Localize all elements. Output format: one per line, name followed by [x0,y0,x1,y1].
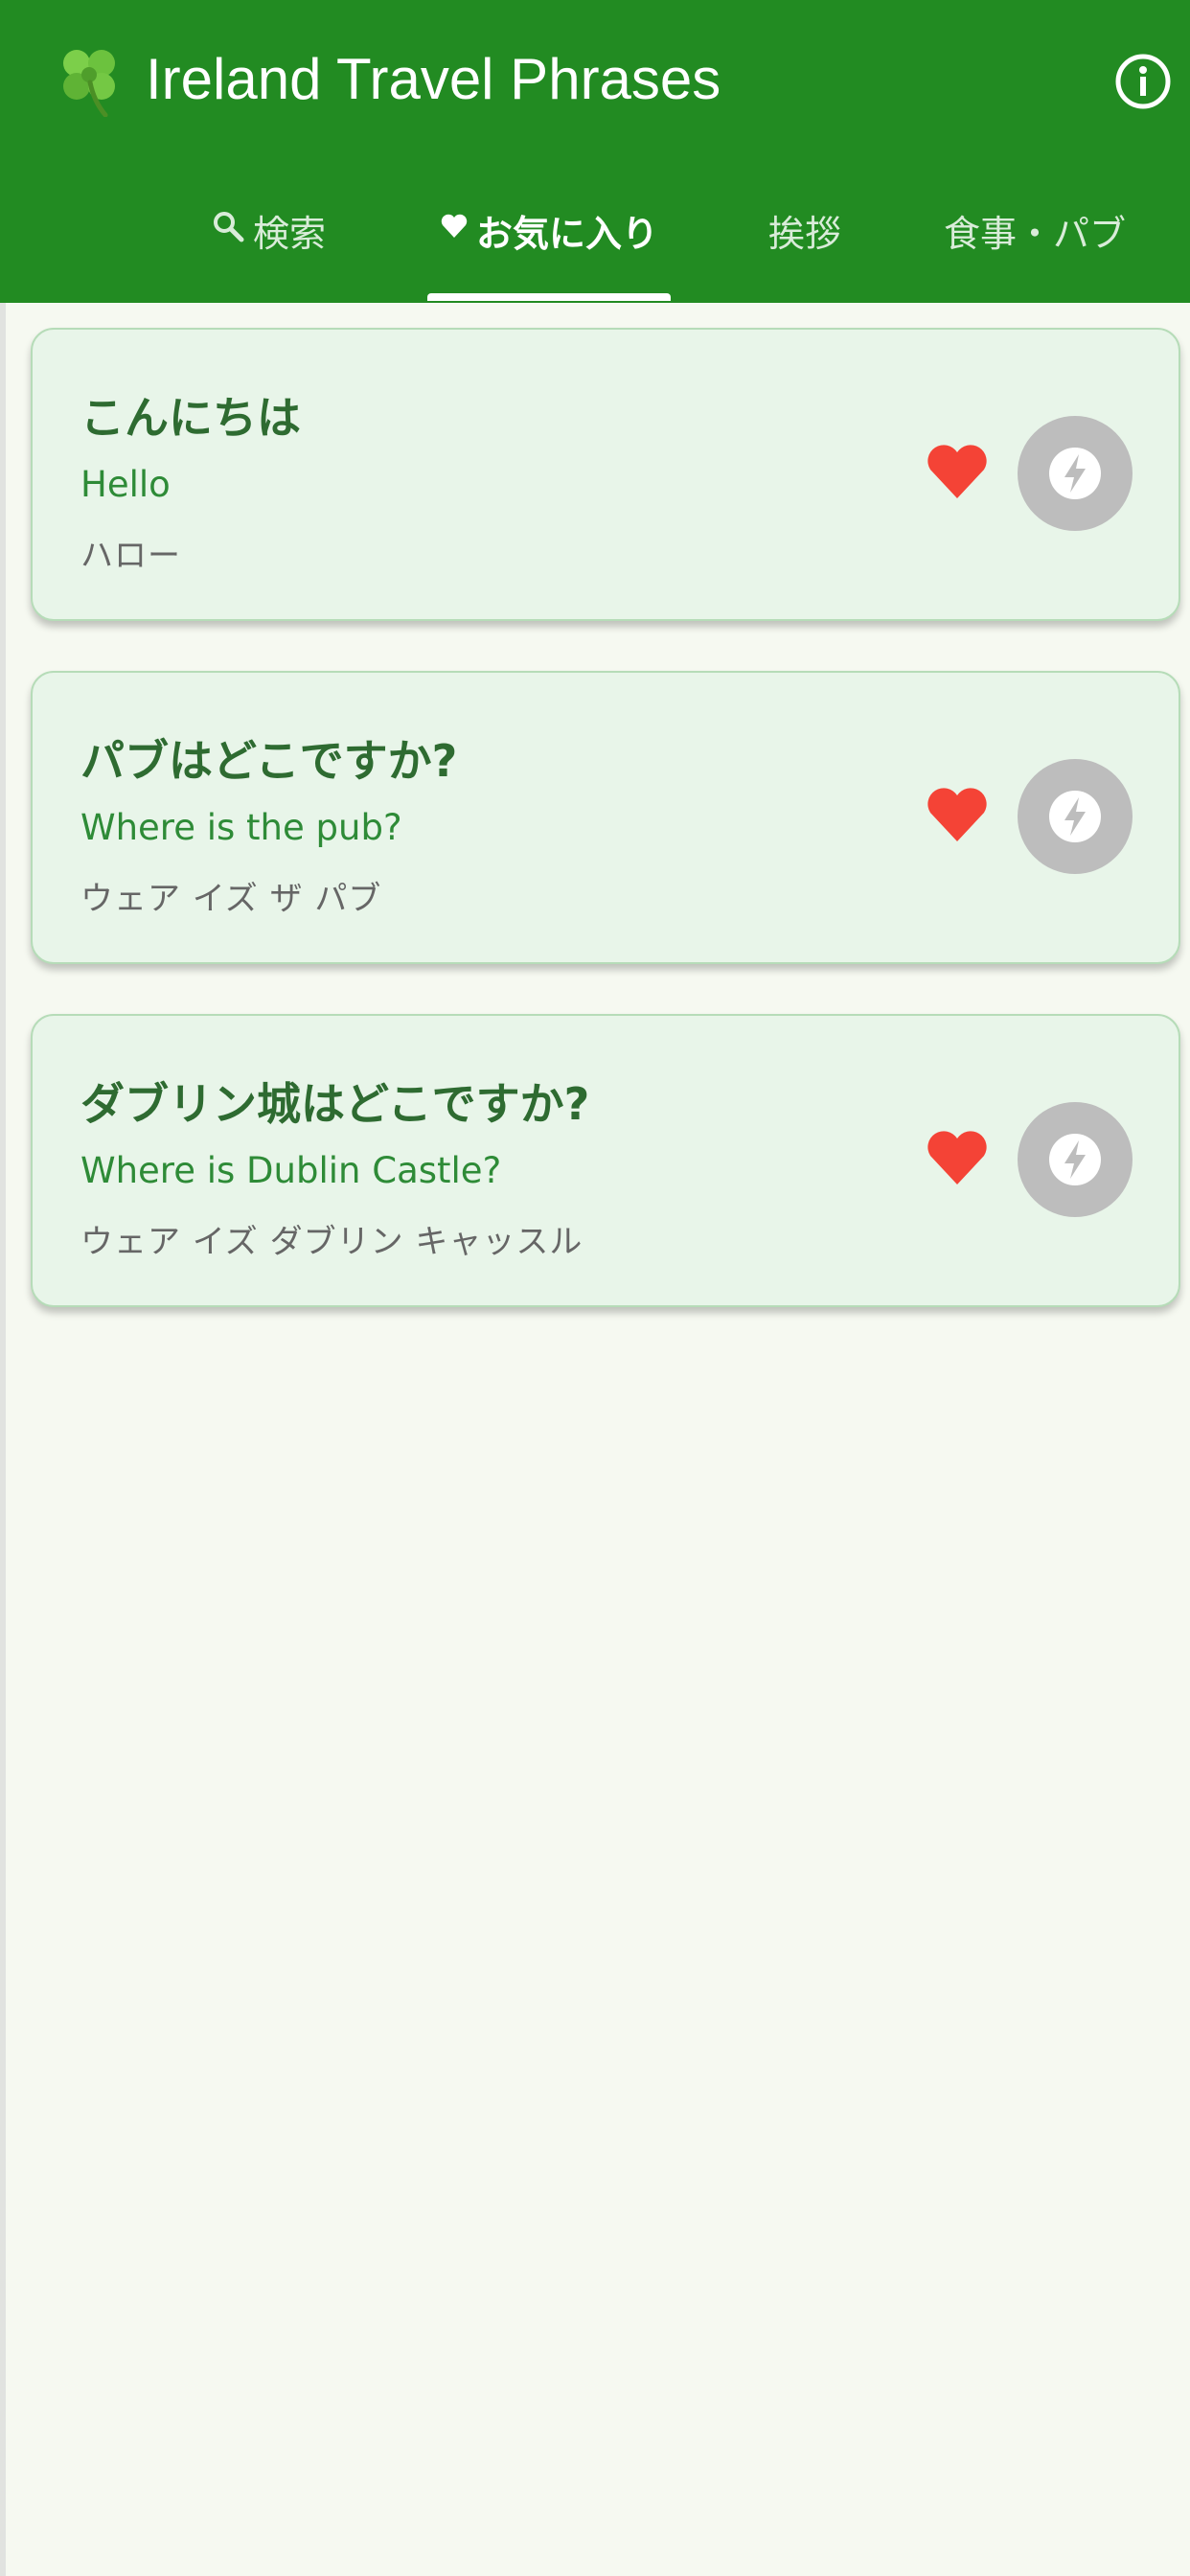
search-icon [211,204,245,248]
phrase-english: Where is Dublin Castle? [80,1150,502,1191]
flash-icon [1049,448,1101,499]
play-audio-button[interactable] [1018,1102,1133,1217]
app-header: Ireland Travel Phrases 検索 お気に入り 挨拶 食事・パブ [0,0,1190,303]
play-audio-button[interactable] [1018,416,1133,531]
tab-bar: 検索 お気に入り 挨拶 食事・パブ [0,187,1190,303]
flash-icon [1049,791,1101,842]
phrase-english: Hello [80,464,171,505]
tab-label: 挨拶 [767,213,841,255]
phrase-japanese: パブはどこですか? [80,735,458,787]
info-icon[interactable] [1113,52,1173,111]
title-bar: Ireland Travel Phrases [0,0,1190,163]
tab-label: お気に入り [475,213,658,255]
tab-greetings[interactable]: 挨拶 [738,187,872,303]
flash-icon [1049,1134,1101,1185]
phrase-japanese: こんにちは [80,392,301,444]
tab-label: 食事・パブ [943,213,1126,255]
phrase-card[interactable]: ダブリン城はどこですか? Where is Dublin Castle? ウェア… [31,1014,1180,1307]
tab-search[interactable]: 検索 [192,187,345,303]
active-tab-indicator [427,293,671,301]
phrase-card[interactable]: パブはどこですか? Where is the pub? ウェア イズ ザ パブ [31,671,1180,964]
app-title: Ireland Travel Phrases [146,47,721,111]
phrase-pronunciation: ウェア イズ ザ パブ [80,880,382,918]
phrase-card[interactable]: こんにちは Hello ハロー [31,328,1180,621]
phrase-pronunciation: ハロー [80,537,181,575]
favorite-heart-icon[interactable] [926,786,989,843]
phrase-pronunciation: ウェア イズ ダブリン キャッスル [80,1223,584,1261]
heart-icon [440,204,469,248]
favorite-heart-icon[interactable] [926,443,989,500]
shamrock-icon [63,50,115,117]
phrase-japanese: ダブリン城はどこですか? [80,1078,590,1130]
tab-favorites[interactable]: お気に入り [412,187,686,303]
favorite-heart-icon[interactable] [926,1129,989,1186]
left-edge-divider [0,303,6,2576]
tab-food-pub[interactable]: 食事・パブ [922,187,1148,303]
phrase-english: Where is the pub? [80,807,402,848]
tab-label: 検索 [252,213,326,255]
app-root: Ireland Travel Phrases 検索 お気に入り 挨拶 食事・パブ… [0,0,1190,2576]
play-audio-button[interactable] [1018,759,1133,874]
